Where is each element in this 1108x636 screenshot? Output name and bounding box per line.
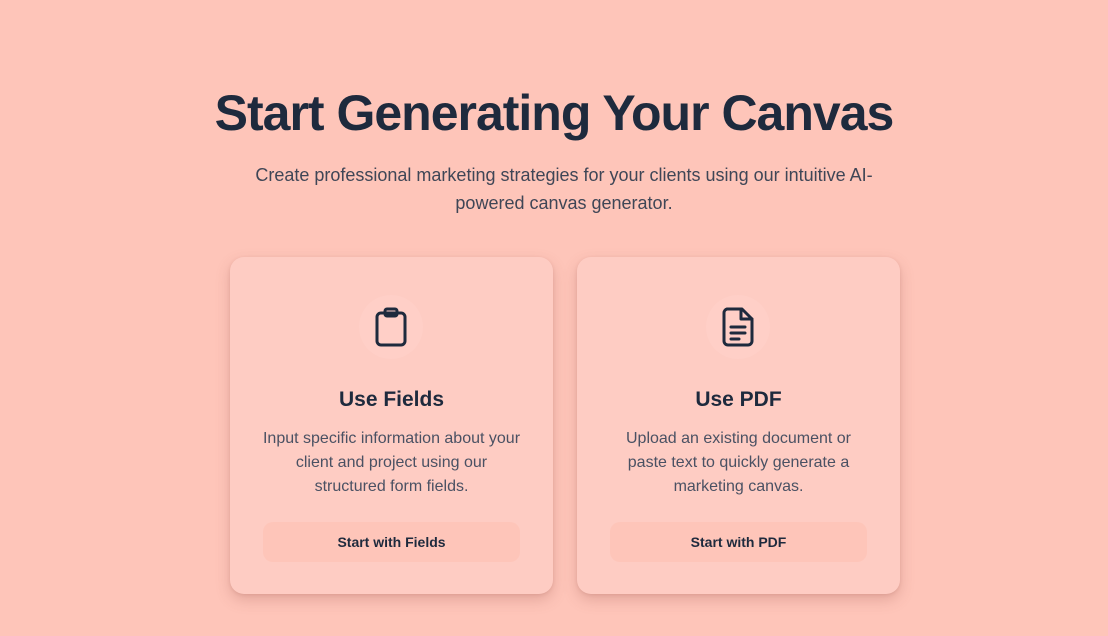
card-description: Upload an existing document or paste tex… <box>625 430 852 495</box>
card-title: Use Fields <box>338 388 445 411</box>
card-title: Use PDF <box>695 388 782 411</box>
card-description: Input specific information about your cl… <box>262 430 521 495</box>
use-fields-card: Use Fields Input specific information ab… <box>230 257 553 594</box>
document-text-icon <box>706 295 770 359</box>
clipboard-icon <box>359 295 423 359</box>
use-pdf-card: Use PDF Upload an existing document or p… <box>577 257 900 594</box>
page-subtitle: Create professional marketing strategies… <box>255 165 873 213</box>
start-with-pdf-button[interactable]: Start with PDF <box>610 522 867 562</box>
page-title: Start Generating Your Canvas <box>214 85 895 141</box>
start-with-fields-button[interactable]: Start with Fields <box>263 522 520 562</box>
